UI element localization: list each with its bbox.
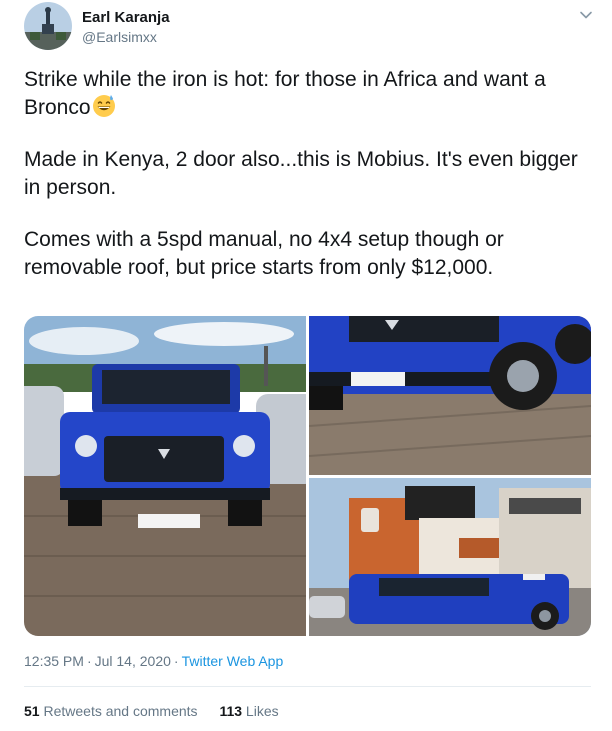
likes-label: Likes	[245, 703, 279, 719]
tweet-meta: 12:35 PM · Jul 14, 2020 · Twitter Web App	[24, 653, 283, 669]
tweet-card: Earl Karanja @Earlsimxx Strike while the…	[0, 0, 612, 731]
retweets-count: 51	[24, 703, 40, 719]
meta-separator: ·	[173, 653, 179, 669]
tweet-date[interactable]: Jul 14, 2020	[95, 653, 171, 669]
vehicle-front-image	[24, 316, 306, 636]
photo-vehicle-front[interactable]	[24, 316, 306, 636]
vehicle-closeup-image	[309, 316, 591, 475]
author-display-name[interactable]: Earl Karanja	[82, 9, 170, 26]
stats-divider	[24, 686, 591, 687]
chevron-down-icon[interactable]	[577, 6, 595, 24]
retweets-stat[interactable]: 51 Retweets and comments	[24, 703, 198, 719]
tweet-paragraph: Strike while the iron is hot: for those …	[24, 66, 589, 122]
tweet-text: Strike while the iron is hot: for those …	[24, 66, 589, 306]
author-avatar[interactable]	[24, 2, 72, 50]
tweet-paragraph-2: Made in Kenya, 2 door also...this is Mob…	[24, 148, 578, 199]
vehicle-side-image	[309, 478, 591, 636]
grinning-face-with-sweat-emoji	[92, 95, 115, 117]
likes-stat[interactable]: 113 Likes	[219, 703, 278, 719]
tweet-source-link[interactable]: Twitter Web App	[182, 653, 284, 669]
photo-vehicle-side[interactable]	[309, 478, 591, 636]
monument-avatar-icon	[24, 2, 72, 50]
tweet-stats: 51 Retweets and comments 113 Likes	[24, 703, 297, 719]
media-grid	[24, 316, 591, 636]
tweet-time[interactable]: 12:35 PM	[24, 653, 84, 669]
photo-vehicle-closeup[interactable]	[309, 316, 591, 475]
retweets-label: Retweets and comments	[43, 703, 198, 719]
tweet-paragraph-3: Comes with a 5spd manual, no 4x4 setup t…	[24, 228, 504, 279]
author-handle[interactable]: @Earlsimxx	[82, 29, 157, 45]
likes-count: 113	[219, 703, 243, 719]
meta-separator: ·	[86, 653, 92, 669]
